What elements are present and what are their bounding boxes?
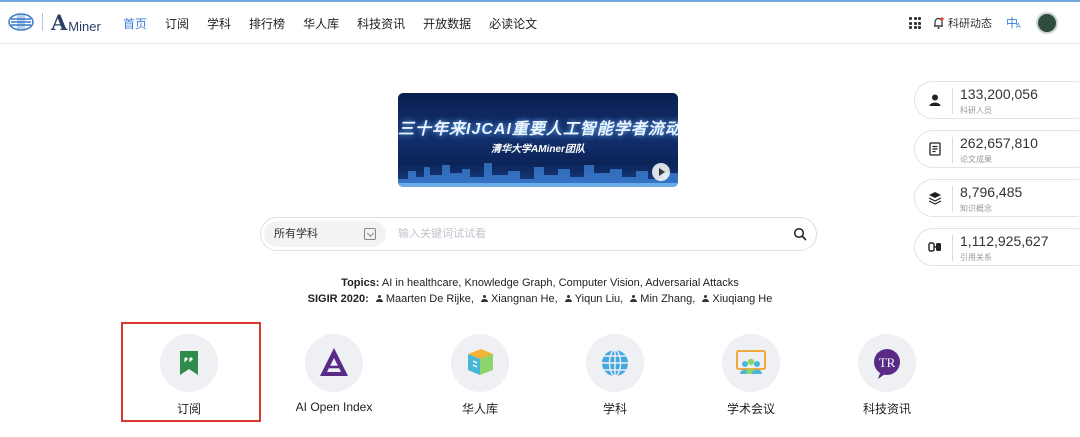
banner-subtitle: 清华大学AMiner团队: [491, 144, 585, 155]
tile-disciplines[interactable]: 学科: [570, 334, 660, 417]
stat-concepts[interactable]: 8,796,485 知识概念: [914, 179, 1080, 217]
layers-icon: [928, 192, 942, 205]
nav-tech-news[interactable]: 科技资讯: [357, 15, 405, 32]
tile-ai-open-index[interactable]: AI Open Index: [289, 334, 379, 414]
tile-label: 学科: [602, 402, 627, 416]
tile-icon-circle: [305, 334, 363, 392]
stat-value: 262,657,810: [960, 135, 1038, 151]
nav-must-read[interactable]: 必读论文: [489, 15, 537, 32]
stat-divider: [952, 235, 953, 261]
stat-papers[interactable]: 262,657,810 论文成果: [914, 130, 1080, 168]
nav-home[interactable]: 首页: [123, 15, 147, 32]
sigir-person-link[interactable]: Min Zhang,: [640, 293, 695, 305]
bookmark-icon: [180, 351, 198, 375]
ai-triangle-icon: [320, 348, 348, 376]
topics-links[interactable]: AI in healthcare, Knowledge Graph, Compu…: [382, 277, 739, 289]
quote-icon: [928, 242, 941, 252]
language-switch[interactable]: 中 A: [1006, 14, 1024, 32]
stat-researchers[interactable]: 133,200,056 科研人员: [914, 81, 1080, 119]
tsinghua-logo-icon: [8, 12, 34, 32]
stat-value: 1,112,925,627: [960, 233, 1049, 249]
apps-grid-icon[interactable]: [909, 17, 921, 29]
nav-disciplines[interactable]: 学科: [207, 15, 231, 32]
sigir-person-link[interactable]: Xiuqiang He: [712, 293, 772, 305]
top-navbar: A Miner 首页 订阅 学科 排行榜 华人库 科技资讯 开放数据 必读论文: [0, 0, 1080, 44]
bell-icon: [933, 17, 944, 29]
tile-label: 学术会议: [726, 402, 775, 416]
tile-label: 科技资讯: [862, 402, 911, 416]
search-input[interactable]: [398, 223, 778, 245]
aminer-logo-a: A: [51, 10, 68, 35]
stat-divider: [952, 137, 953, 163]
person-icon: [929, 94, 941, 106]
user-avatar[interactable]: [1036, 12, 1058, 34]
person-icon: [480, 295, 488, 303]
search-bar: 所有学科: [260, 217, 817, 251]
nav-rankings[interactable]: 排行榜: [249, 15, 285, 32]
book-icon: [468, 349, 493, 375]
tile-icon-circle: [451, 334, 509, 392]
tile-icon-circle: [160, 334, 218, 392]
stat-label: 引用关系: [960, 253, 992, 262]
paper-icon: [929, 142, 941, 156]
logo[interactable]: A Miner: [8, 11, 101, 33]
stat-value: 8,796,485: [960, 184, 1023, 200]
hero-banner[interactable]: 三十年来IJCAI重要人工智能学者流动态势 清华大学AMiner团队: [398, 93, 678, 187]
discipline-select[interactable]: 所有学科: [264, 221, 386, 247]
topics-label: Topics:: [341, 277, 380, 289]
person-icon: [702, 295, 710, 303]
discipline-select-value: 所有学科: [274, 228, 318, 240]
nav-subscribe[interactable]: 订阅: [165, 15, 189, 32]
tr-icon: TR: [874, 349, 900, 379]
search-icon[interactable]: [793, 227, 807, 241]
sigir-person-link[interactable]: Yiqun Liu,: [575, 293, 624, 305]
svg-text:TR: TR: [879, 355, 896, 370]
main-nav: 首页 订阅 学科 排行榜 华人库 科技资讯 开放数据 必读论文: [114, 2, 546, 44]
tile-subscribe[interactable]: 订阅: [144, 334, 234, 417]
city-skyline-graphic: [398, 163, 678, 187]
aminer-logo-text: Miner: [68, 19, 101, 34]
tile-tech-news[interactable]: TR 科技资讯: [842, 334, 932, 417]
sigir-person-link[interactable]: Xiangnan He,: [491, 293, 558, 305]
tile-label: 订阅: [176, 402, 201, 416]
person-icon: [375, 295, 383, 303]
stat-divider: [952, 88, 953, 114]
person-icon: [564, 295, 572, 303]
topics-block: Topics: AI in healthcare, Knowledge Grap…: [0, 275, 1080, 307]
tile-conferences[interactable]: 学术会议: [706, 334, 796, 417]
sigir-label: SIGIR 2020:: [307, 293, 369, 305]
tile-icon-circle: [722, 334, 780, 392]
sigir-person-link[interactable]: Maarten De Rijke,: [386, 293, 474, 305]
research-updates-label: 科研动态: [948, 18, 992, 30]
tile-chinese-scholars[interactable]: 华人库: [435, 334, 525, 417]
stat-label: 科研人员: [960, 106, 992, 115]
play-button[interactable]: [652, 163, 670, 181]
logo-separator: [42, 13, 43, 31]
topics-line: Topics: AI in healthcare, Knowledge Grap…: [0, 275, 1080, 291]
stat-divider: [952, 186, 953, 212]
stat-label: 论文成果: [960, 155, 992, 164]
tile-icon-circle: [586, 334, 644, 392]
stat-value: 133,200,056: [960, 86, 1038, 102]
person-icon: [630, 295, 638, 303]
language-en: A: [1016, 23, 1021, 30]
nav-open-data[interactable]: 开放数据: [423, 15, 471, 32]
aminer-logo: A Miner: [51, 11, 101, 33]
tile-label: 华人库: [461, 402, 498, 416]
tile-icon-circle: TR: [858, 334, 916, 392]
conference-icon: [736, 350, 766, 374]
chevron-down-icon: [364, 228, 376, 240]
nav-chinese-scholars[interactable]: 华人库: [303, 15, 339, 32]
sigir-line: SIGIR 2020: Maarten De Rijke, Xiangnan H…: [0, 291, 1080, 307]
nav-right-tools: 科研动态 中 A: [909, 12, 1058, 34]
stat-label: 知识概念: [960, 204, 992, 213]
research-updates-link[interactable]: 科研动态: [933, 15, 992, 31]
banner-title: 三十年来IJCAI重要人工智能学者流动态势: [398, 121, 678, 138]
tile-label: AI Open Index: [295, 400, 373, 414]
globe-icon: [602, 349, 628, 377]
stat-citations[interactable]: 1,112,925,627 引用关系: [914, 228, 1080, 266]
